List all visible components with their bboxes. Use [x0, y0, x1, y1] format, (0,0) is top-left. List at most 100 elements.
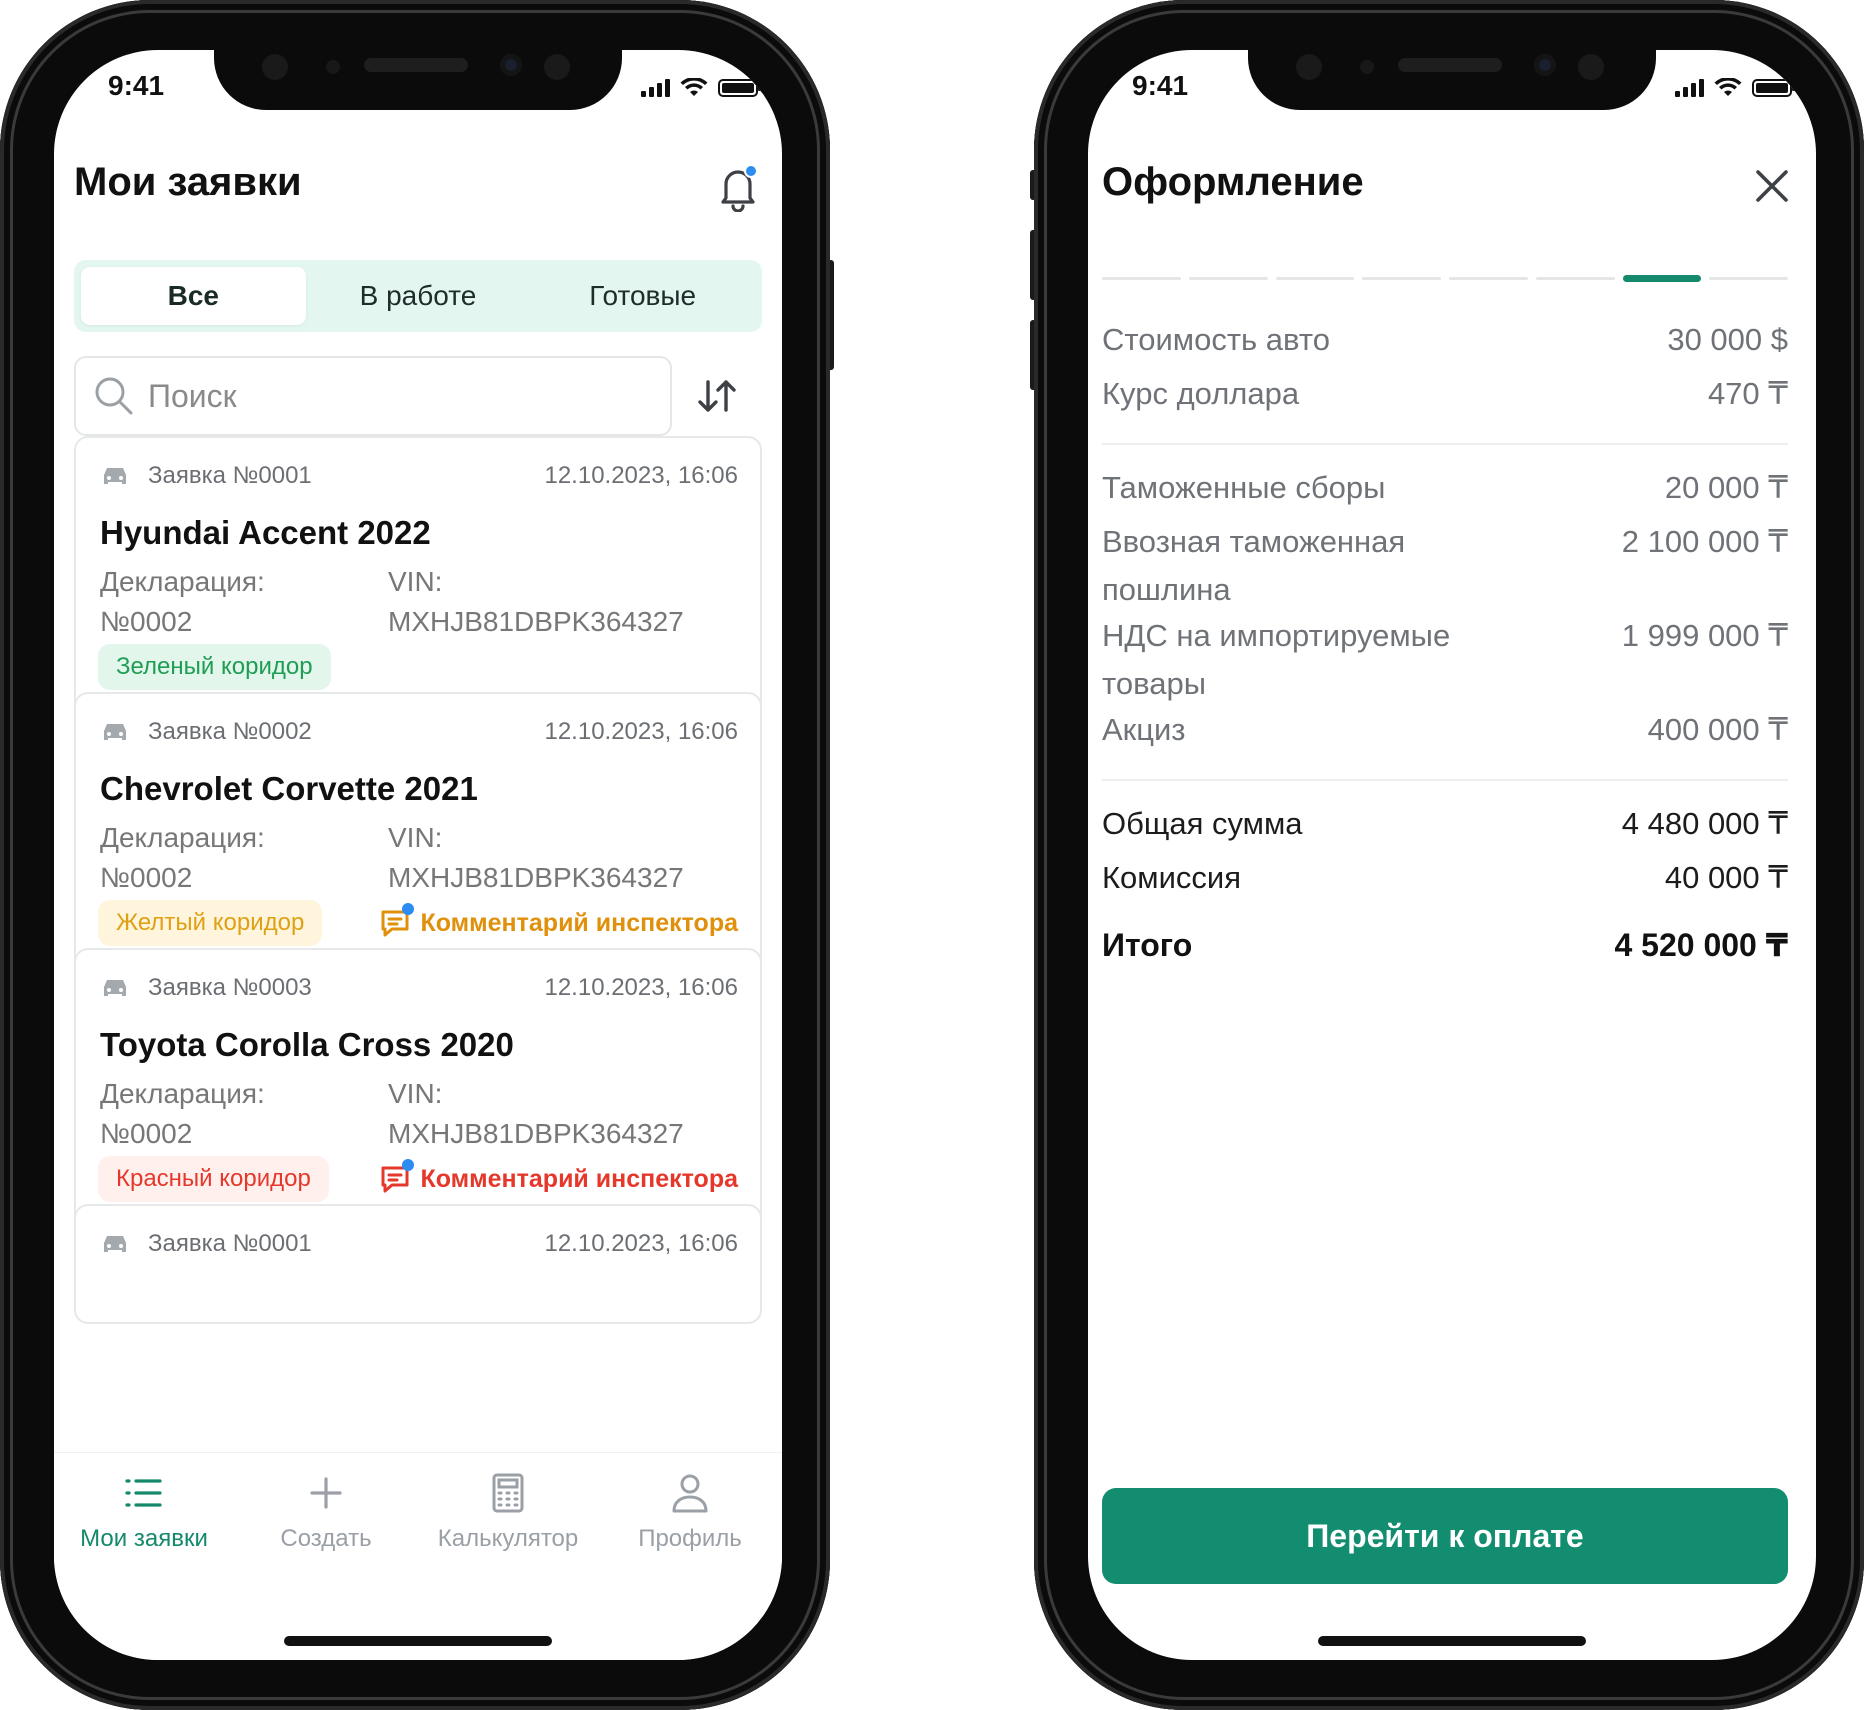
application-number: Заявка №0003 — [148, 974, 312, 1001]
progress-step-current — [1622, 275, 1702, 282]
filter-tabs: Все В работе Готовые — [74, 260, 762, 332]
sensor — [544, 54, 570, 80]
tab-all[interactable]: Все — [81, 267, 306, 325]
progress-step — [1709, 277, 1788, 280]
speaker — [1398, 58, 1502, 72]
nav-create[interactable]: Создать — [236, 1471, 416, 1553]
car-icon — [104, 468, 126, 484]
declaration-block: Декларация: №0002 — [100, 562, 265, 642]
sensor — [262, 54, 288, 80]
row-value: 40 000 ₸ — [1664, 860, 1788, 895]
declaration-label: Декларация: — [100, 566, 265, 597]
battery-icon — [718, 79, 761, 97]
nav-label: Мои заявки — [80, 1525, 208, 1552]
phone-frame-left: 9:41 Мои заявки Все В работе Готовые Пои… — [0, 0, 834, 1710]
vin-block: VIN: MXHJB81DBPK364327 — [388, 818, 684, 898]
front-camera — [500, 54, 522, 76]
search-input[interactable] — [148, 377, 568, 415]
page-title: Оформление — [1102, 160, 1364, 204]
row-label: НДС на импортируемые товары — [1102, 618, 1451, 701]
application-card[interactable]: Заявка №0001 12.10.2023, 16:06 Hyundai A… — [74, 436, 762, 716]
comment-icon — [380, 1159, 415, 1193]
row-label: Курс доллара — [1102, 376, 1300, 411]
tab-done[interactable]: Готовые — [530, 267, 755, 325]
vin-label: VIN: — [388, 1078, 443, 1109]
divider — [1102, 779, 1788, 781]
application-date: 12.10.2023, 16:06 — [544, 1230, 738, 1257]
row-value: 400 000 ₸ — [1647, 712, 1788, 747]
notifications-button[interactable] — [718, 164, 758, 213]
application-card[interactable]: Заявка №0001 12.10.2023, 16:06 — [74, 1204, 762, 1324]
progress-step — [1188, 277, 1268, 280]
row-label: Ввозная таможенная пошлина — [1102, 524, 1406, 607]
signal-icon — [1675, 79, 1704, 97]
application-date: 12.10.2023, 16:06 — [544, 718, 738, 745]
comment-label: Комментарий инспектора — [420, 908, 738, 937]
profile-icon — [672, 1474, 708, 1513]
comment-icon — [380, 903, 415, 937]
sensor — [1578, 54, 1604, 80]
row-label: Комиссия — [1102, 860, 1242, 895]
notch — [214, 50, 622, 110]
status-time: 9:41 — [1132, 70, 1189, 101]
nav-label: Калькулятор — [437, 1525, 579, 1552]
sort-icon — [698, 380, 736, 412]
screen-checkout: 9:41 Оформление Стоимость авто 30 000 $ … — [1088, 50, 1816, 1660]
application-card[interactable]: Заявка №0003 12.10.2023, 16:06 Toyota Co… — [74, 948, 762, 1228]
search-box — [74, 356, 672, 436]
application-card[interactable]: Заявка №0002 12.10.2023, 16:06 Chevrolet… — [74, 692, 762, 972]
close-button[interactable] — [1752, 166, 1792, 206]
summary-row: НДС на импортируемые товары 1 999 000 ₸ — [1102, 612, 1788, 708]
plus-icon — [310, 1477, 342, 1509]
inspector-comment-link[interactable]: Комментарий инспектора — [380, 1156, 738, 1202]
car-icon — [104, 1236, 126, 1252]
step-progress — [1102, 275, 1788, 282]
front-camera — [1534, 54, 1556, 76]
vin-label: VIN: — [388, 566, 443, 597]
phone-frame-right: 9:41 Оформление Стоимость авто 30 000 $ … — [1030, 0, 1864, 1710]
sort-button[interactable] — [694, 376, 742, 416]
car-icon — [104, 980, 126, 996]
summary-row-commission: Комиссия 40 000 ₸ — [1102, 854, 1788, 902]
declaration-value: №0002 — [100, 1118, 193, 1149]
nav-my-applications[interactable]: Мои заявки — [54, 1471, 234, 1553]
list-icon — [125, 1479, 162, 1507]
vin-value: MXHJB81DBPK364327 — [388, 606, 684, 637]
battery-icon — [1752, 79, 1795, 97]
nav-calculator[interactable]: Калькулятор — [418, 1471, 598, 1553]
declaration-block: Декларация: №0002 — [100, 818, 265, 898]
notification-dot — [744, 164, 758, 178]
declaration-value: №0002 — [100, 862, 193, 893]
home-indicator — [284, 1636, 552, 1646]
car-icon — [104, 724, 126, 740]
declaration-block: Декларация: №0002 — [100, 1074, 265, 1154]
application-number: Заявка №0001 — [148, 462, 312, 489]
row-label: Общая сумма — [1102, 806, 1303, 841]
row-value: 4 520 000 ₸ — [1614, 927, 1788, 963]
screen-my-applications: 9:41 Мои заявки Все В работе Готовые Пои… — [54, 50, 782, 1660]
inspector-comment-link[interactable]: Комментарий инспектора — [380, 900, 738, 946]
page-title: Мои заявки — [74, 160, 302, 204]
tab-in-progress[interactable]: В работе — [306, 267, 531, 325]
vin-value: MXHJB81DBPK364327 — [388, 862, 684, 893]
application-date: 12.10.2023, 16:06 — [544, 462, 738, 489]
row-label: Таможенные сборы — [1102, 470, 1386, 505]
summary-row-total: Общая сумма 4 480 000 ₸ — [1102, 800, 1788, 848]
summary-row: Стоимость авто 30 000 $ — [1102, 316, 1788, 364]
car-title: Hyundai Accent 2022 — [100, 514, 431, 551]
row-value: 1 999 000 ₸ — [1621, 618, 1788, 653]
summary-row: Курс доллара 470 ₸ — [1102, 370, 1788, 418]
summary-row: Акциз 400 000 ₸ — [1102, 706, 1788, 754]
calculator-icon — [492, 1473, 524, 1513]
row-label: Стоимость авто — [1102, 322, 1330, 357]
proceed-to-payment-button[interactable]: Перейти к оплате — [1102, 1488, 1788, 1584]
nav-profile[interactable]: Профиль — [600, 1471, 780, 1553]
declaration-value: №0002 — [100, 606, 193, 637]
wifi-icon — [680, 78, 708, 96]
status-icons — [641, 78, 761, 98]
sensor — [1296, 54, 1322, 80]
declaration-label: Декларация: — [100, 822, 265, 853]
home-indicator — [1318, 1636, 1586, 1646]
application-number: Заявка №0002 — [148, 718, 312, 745]
row-value: 2 100 000 ₸ — [1621, 524, 1788, 559]
